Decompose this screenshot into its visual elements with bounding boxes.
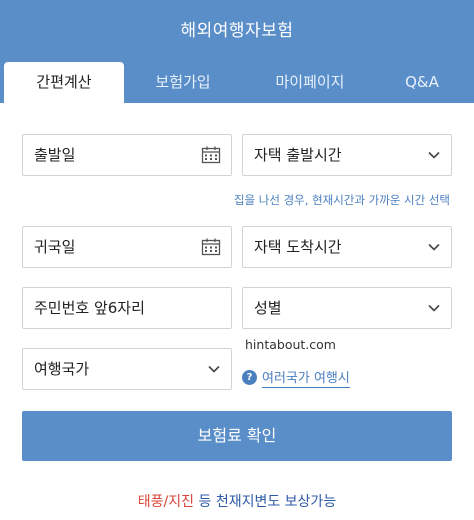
gender-value: 성별 bbox=[254, 299, 282, 317]
country-select[interactable]: 여행국가 bbox=[22, 348, 232, 390]
app-header: 해외여행자보험 간편계산 보험가입 마이페이지 Q&A bbox=[0, 0, 474, 103]
tab-my-page[interactable]: 마이페이지 bbox=[246, 62, 374, 103]
chevron-down-icon bbox=[427, 288, 441, 328]
watermark-text: hintabout.com bbox=[245, 337, 336, 352]
departure-time-hint: 집을 나선 경우, 현재시간과 가까운 시간 선택 bbox=[233, 193, 450, 207]
departure-time-value: 자택 출발시간 bbox=[254, 146, 342, 164]
id-number-placeholder: 주민번호 앞6자리 bbox=[34, 299, 145, 317]
multi-country-label: 여러국가 여행시 bbox=[262, 367, 350, 388]
gender-select[interactable]: 성별 bbox=[242, 287, 452, 329]
notice-highlight: 태풍/지진 bbox=[137, 494, 195, 510]
multi-country-link[interactable]: ? 여러국가 여행시 bbox=[242, 367, 350, 388]
departure-date-input[interactable]: 출발일 bbox=[22, 134, 232, 176]
tab-subscribe[interactable]: 보험가입 bbox=[124, 62, 242, 103]
arrival-time-value: 자택 도착시간 bbox=[254, 238, 342, 256]
coverage-notice: 태풍/지진 등 천재지변도 보상가능 bbox=[0, 491, 474, 511]
chevron-down-icon bbox=[207, 349, 221, 389]
page-title: 해외여행자보험 bbox=[180, 21, 294, 41]
question-icon: ? bbox=[242, 370, 257, 385]
calendar-icon bbox=[201, 227, 221, 267]
calendar-icon bbox=[201, 135, 221, 175]
confirm-premium-button[interactable]: 보험료 확인 bbox=[22, 411, 452, 461]
chevron-down-icon bbox=[427, 227, 441, 267]
chevron-down-icon bbox=[427, 135, 441, 175]
id-number-input[interactable]: 주민번호 앞6자리 bbox=[22, 287, 232, 329]
departure-date-placeholder: 출발일 bbox=[34, 146, 76, 164]
return-date-input[interactable]: 귀국일 bbox=[22, 226, 232, 268]
return-date-placeholder: 귀국일 bbox=[34, 238, 76, 256]
tab-qna[interactable]: Q&A bbox=[374, 62, 470, 103]
country-value: 여행국가 bbox=[34, 360, 90, 378]
notice-text: 등 천재지변도 보상가능 bbox=[194, 494, 337, 510]
arrival-time-select[interactable]: 자택 도착시간 bbox=[242, 226, 452, 268]
departure-time-select[interactable]: 자택 출발시간 bbox=[242, 134, 452, 176]
tab-quick-calc[interactable]: 간편계산 bbox=[4, 62, 124, 103]
